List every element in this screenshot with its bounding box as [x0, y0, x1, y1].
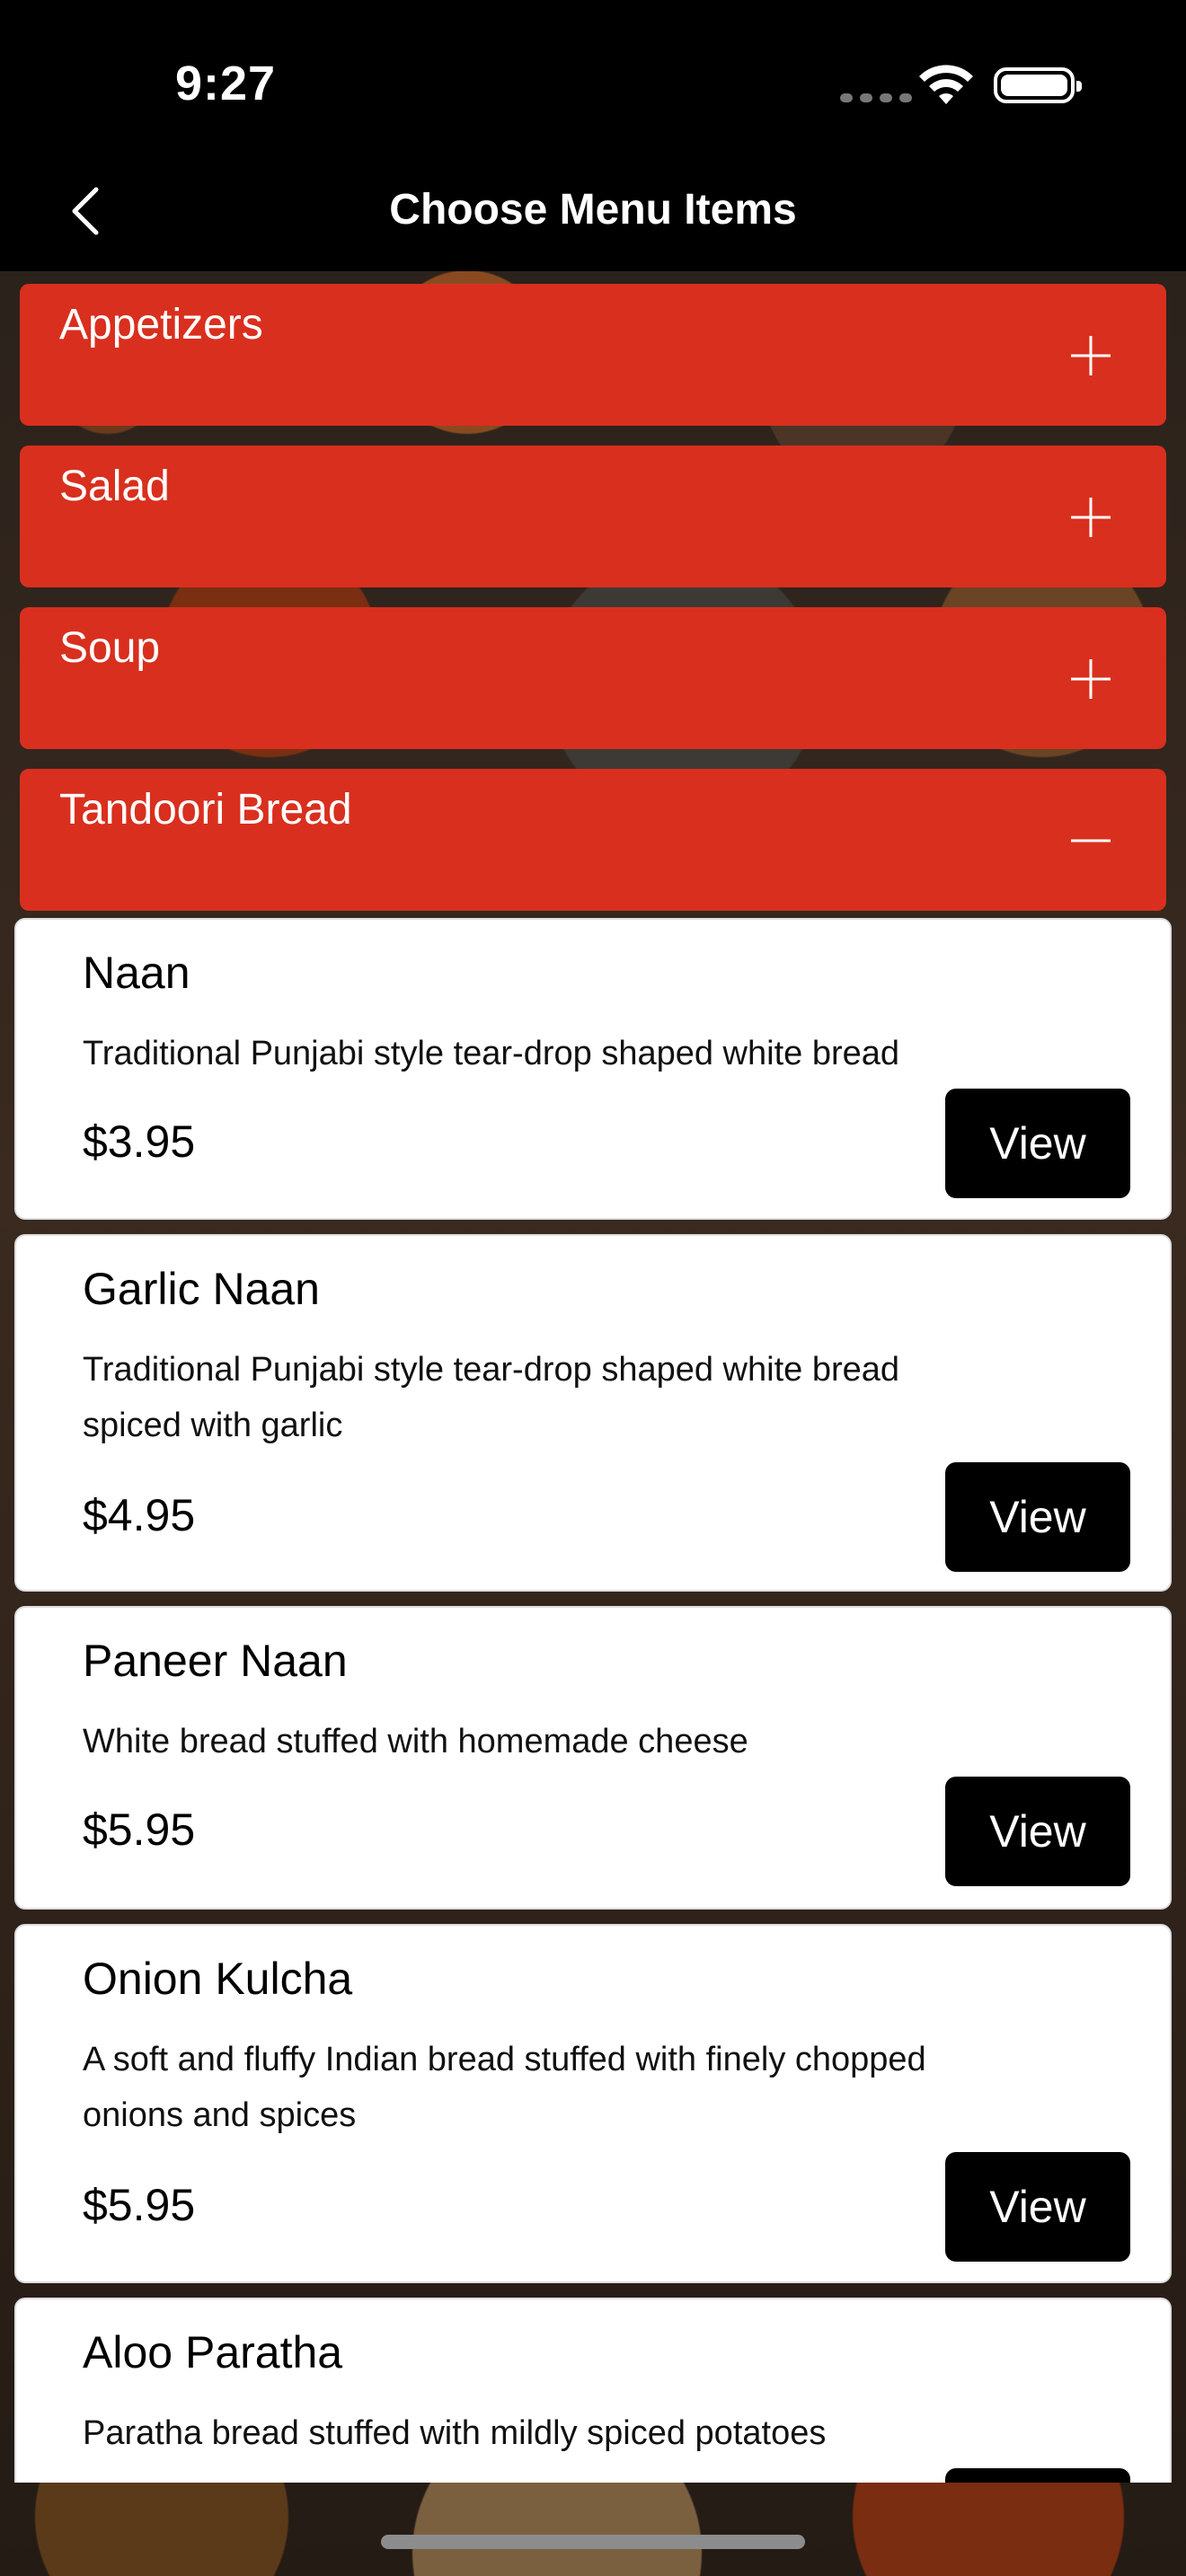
item-price: $5.95 [83, 1804, 196, 1855]
category-label: Appetizers [59, 301, 263, 348]
item-description: Paratha bread stuffed with mildly spiced… [83, 2414, 827, 2452]
item-price: $5.95 [83, 2180, 196, 2230]
category-salad[interactable]: Salad [20, 446, 1166, 587]
cellular-signal-icon [840, 93, 912, 102]
navigation-bar: Choose Menu Items [0, 153, 1186, 271]
item-description: Traditional Punjabi style tear-drop shap… [83, 1035, 900, 1072]
category-label: Salad [59, 463, 170, 510]
plus-icon [1071, 659, 1111, 699]
battery-icon [994, 67, 1082, 103]
view-button[interactable] [945, 2468, 1130, 2483]
minus-icon [1071, 839, 1111, 842]
plus-icon [1071, 336, 1111, 375]
item-description: Traditional Punjabi style tear-drop shap… [83, 1351, 900, 1444]
item-name: Aloo Paratha [83, 2327, 343, 2378]
item-name: Naan [83, 948, 190, 998]
menu-item-card: Garlic Naan Traditional Punjabi style te… [14, 1234, 1172, 1592]
category-appetizers[interactable]: Appetizers [20, 284, 1166, 426]
category-label: Soup [59, 624, 161, 672]
category-label: Tandoori Bread [59, 786, 352, 834]
menu-item-card: Naan Traditional Punjabi style tear-drop… [14, 918, 1172, 1220]
plus-icon [1071, 498, 1111, 537]
view-button[interactable]: View [945, 1777, 1130, 1886]
home-indicator [381, 2535, 805, 2549]
menu-item-card: Onion Kulcha A soft and fluffy Indian br… [14, 1924, 1172, 2283]
wifi-icon [919, 65, 973, 104]
item-name: Onion Kulcha [83, 1954, 353, 2004]
page-title: Choose Menu Items [389, 186, 797, 234]
item-name: Garlic Naan [83, 1264, 320, 1314]
item-price: $4.95 [83, 1490, 196, 1540]
item-description: White bread stuffed with homemade cheese [83, 1723, 748, 1760]
item-price: $3.95 [83, 1116, 196, 1167]
view-button[interactable]: View [945, 2152, 1130, 2262]
category-tandoori-bread[interactable]: Tandoori Bread [20, 769, 1166, 911]
status-bar: 9:27 [0, 0, 1186, 153]
item-description: A soft and fluffy Indian bread stuffed w… [83, 2041, 926, 2134]
view-button[interactable]: View [945, 1462, 1130, 1572]
view-button[interactable]: View [945, 1089, 1130, 1198]
category-soup[interactable]: Soup [20, 607, 1166, 749]
status-time: 9:27 [175, 57, 277, 110]
item-name: Paneer Naan [83, 1636, 348, 1686]
menu-item-card: Paneer Naan White bread stuffed with hom… [14, 1606, 1172, 1910]
menu-item-card: Aloo Paratha Paratha bread stuffed with … [14, 2298, 1172, 2483]
